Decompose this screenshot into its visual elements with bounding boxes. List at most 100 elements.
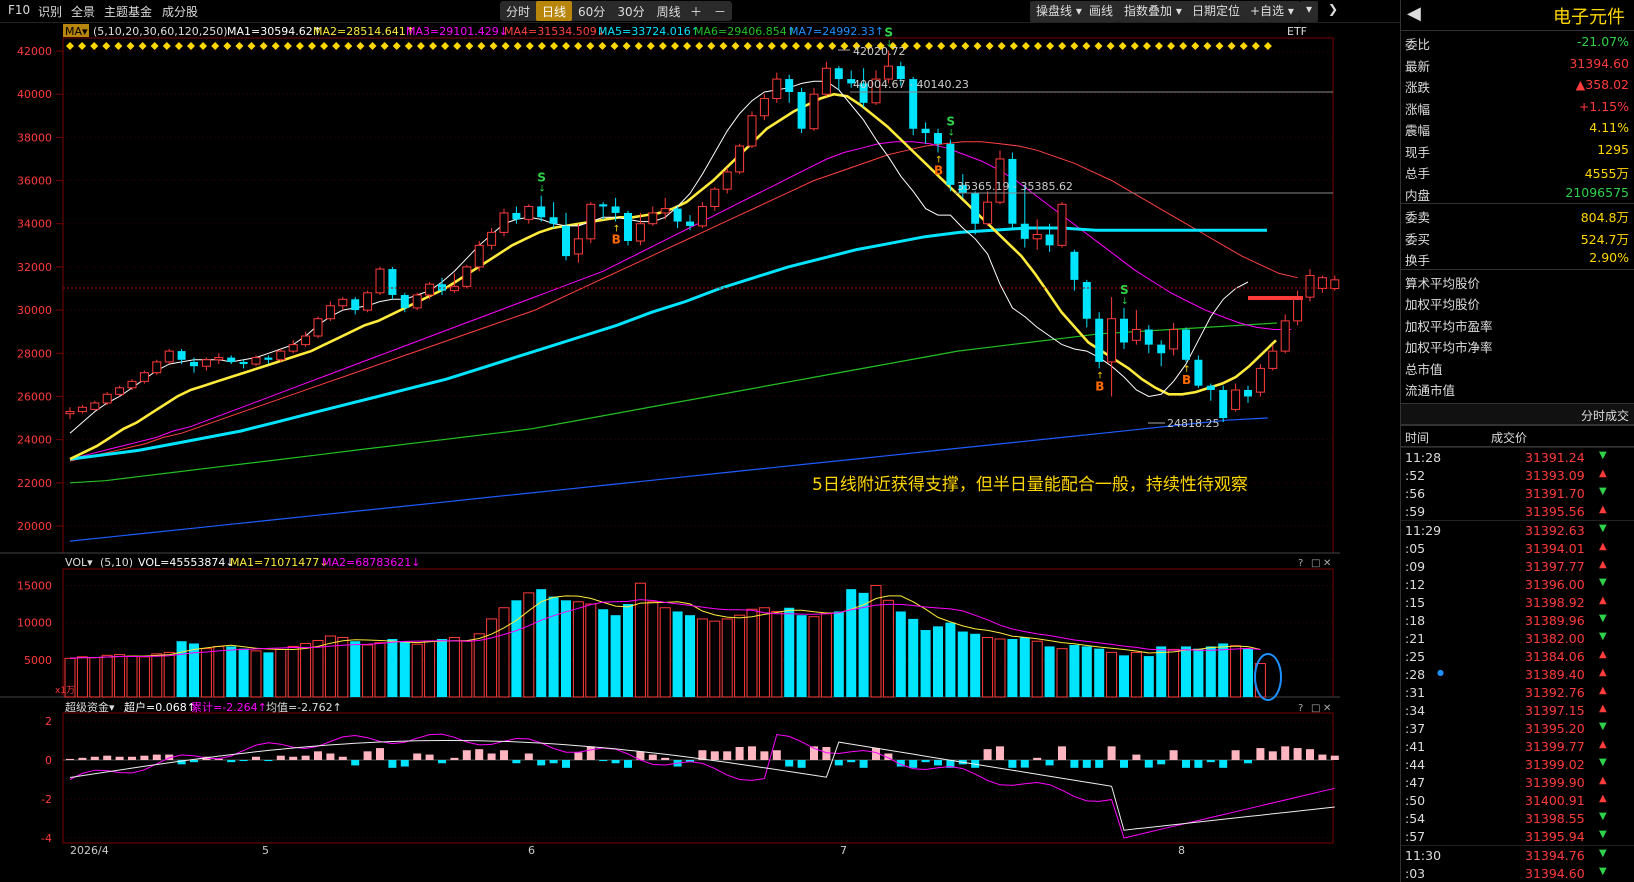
candle-body-down [1182,329,1190,360]
ma2-value: MA2=28514.641↑ [313,25,415,38]
trade-row[interactable]: :34 31397.15 ▲ [1401,701,1634,719]
indicator-line-dropdown[interactable]: 操盘线 ▾ [1030,1,1088,22]
fund-bar-negative [239,760,248,762]
instrument-name: 电子元件 [1553,7,1625,28]
close-icon[interactable]: ✕ [1323,703,1331,714]
fund-bar-negative [1157,760,1166,765]
date-locate-button[interactable]: 日期定位 [1186,1,1247,22]
signal-diamond-icon [404,42,413,50]
dropdown-icon[interactable]: ▾ [1300,1,1319,22]
maximize-icon[interactable]: □ [1311,558,1320,569]
up-arrow-icon: ▲ [1599,702,1607,714]
quote-value: ▲358.02 [1575,77,1629,92]
tab-30min[interactable]: 30分 [611,1,650,21]
volume-bar-down [1119,655,1129,697]
close-icon[interactable]: ✕ [1323,558,1331,569]
index-overlay-dropdown[interactable]: 指数叠加 ▾ [1118,1,1188,22]
theme-fund-button[interactable]: 主题基金 [104,3,152,20]
trade-row[interactable]: :50 31400.91 ▲ [1401,791,1634,809]
trade-row[interactable]: :18 31389.96 ▼ [1401,611,1634,629]
resistance-label-2: 35365.19 - 35385.62 [957,180,1073,193]
collapse-panel-icon[interactable]: ❯ [1322,1,1345,22]
trade-price: 31395.94 [1525,828,1585,844]
tab-60min[interactable]: 60分 [572,1,611,21]
quote-label: 委卖 [1405,210,1431,225]
signal-diamond-icon [320,42,329,50]
trade-row[interactable]: :25 31384.06 ▲ [1401,647,1634,665]
trade-row[interactable]: 11:29 31392.63 ▼ [1401,519,1634,539]
volume-bar-up [771,610,783,698]
tab-daily[interactable]: 日线 [536,1,573,21]
price-tick-label: 26000 [17,390,52,403]
identify-button[interactable]: 识别 [38,3,62,20]
add-watchlist-dropdown[interactable]: +自选 ▾ [1244,1,1300,22]
help-icon[interactable]: ? [1298,558,1303,569]
fund-selector[interactable]: 超级资金▾ [65,700,115,714]
fund-bar-positive [413,753,422,760]
kline-chart[interactable]: 42000 40000 38000 36000 34000 32000 30000 28000… [0,22,1340,882]
back-arrow-icon[interactable]: ◀ [1407,3,1421,24]
trade-row[interactable]: :28 31389.40 ▲ ● [1401,665,1634,683]
overview-button[interactable]: 全景 [71,3,95,20]
trade-row[interactable]: :56 31391.70 ▼ [1401,484,1634,502]
fund-bar-negative [438,760,446,764]
ma-selector-label[interactable]: MA▾ [65,25,88,38]
volume-bar-up [734,614,746,698]
signal-diamond-icon [779,42,788,50]
sell-arrow-icon: ↓ [538,185,546,195]
trade-price: 31392.63 [1525,522,1585,538]
signal-diamond-icon [695,42,704,50]
volume-bar-down [598,609,609,697]
fund-bar-positive [648,754,657,760]
signal-diamond-icon [1009,42,1018,50]
sell-signal-label: S [946,115,955,129]
etf-label: ETF [1287,25,1307,38]
trade-row[interactable]: :31 31392.76 ▲ [1401,683,1634,701]
buy-signal-label: B [1095,379,1104,393]
tab-intraday[interactable]: 分时 [500,1,536,21]
vol-selector[interactable]: VOL▾ [65,556,93,569]
zoom-out-button[interactable]: － [708,1,732,21]
fund-bar-positive [586,746,595,760]
quote-row: 现手 1295 [1401,139,1634,161]
trade-row[interactable]: :54 31398.55 ▼ [1401,809,1634,827]
candle-body-up [251,357,261,365]
signal-diamond-icon [114,42,123,50]
trade-row[interactable]: :09 31397.77 ▲ [1401,557,1634,575]
trade-row[interactable]: :57 31395.94 ▼ [1401,827,1634,845]
high-label: 42020.72 [853,45,906,58]
trade-row[interactable]: :21 31382.00 ▼ [1401,629,1634,647]
help-icon[interactable]: ? [1298,703,1303,714]
trade-row[interactable]: :15 31398.92 ▲ [1401,593,1634,611]
candle-body-up [201,359,211,367]
trade-row[interactable]: :41 31399.77 ▲ [1401,737,1634,755]
zoom-in-button[interactable]: ＋ [684,1,708,21]
trade-row[interactable]: 11:30 31394.76 ▼ [1401,844,1634,864]
candle-body-up [425,283,435,296]
draw-button[interactable]: 画线 [1083,1,1120,22]
fund-bar-negative [537,760,546,766]
trade-row[interactable]: :03 31394.60 ▼ [1401,864,1634,882]
fund-bar-negative [1182,760,1190,768]
trade-time: :28 [1405,666,1426,682]
trade-row[interactable]: :05 31394.01 ▲ [1401,539,1634,557]
trade-row[interactable]: :47 31399.90 ▲ [1401,773,1634,791]
trade-row[interactable]: :44 31399.02 ▼ [1401,755,1634,773]
trades-list[interactable]: 11:28 31391.24 ▼:52 31393.09 ▲:56 31391.70 ▼:5… [1401,446,1634,882]
fund-bar-positive [376,748,384,760]
quote-label: 加权平均市盈率 [1405,318,1493,334]
resistance-label-1: 40004.67 - 40140.23 [853,78,969,91]
fund-bar-negative [921,760,930,763]
trade-row[interactable]: 11:28 31391.24 ▼ [1401,446,1634,466]
candle-body-up [1107,318,1117,363]
f10-button[interactable]: F10 [8,3,30,17]
trade-row[interactable]: :37 31395.20 ▼ [1401,719,1634,737]
price-tick-label: 20000 [17,520,52,533]
trade-row[interactable]: :59 31395.56 ▲ [1401,502,1634,520]
trade-row[interactable]: :52 31393.09 ▲ [1401,466,1634,484]
components-button[interactable]: 成分股 [162,3,198,20]
trade-row[interactable]: :12 31396.00 ▼ [1401,575,1634,593]
candle-body-up [276,350,286,361]
maximize-icon[interactable]: □ [1311,703,1320,714]
signal-diamond-icon [477,42,486,50]
